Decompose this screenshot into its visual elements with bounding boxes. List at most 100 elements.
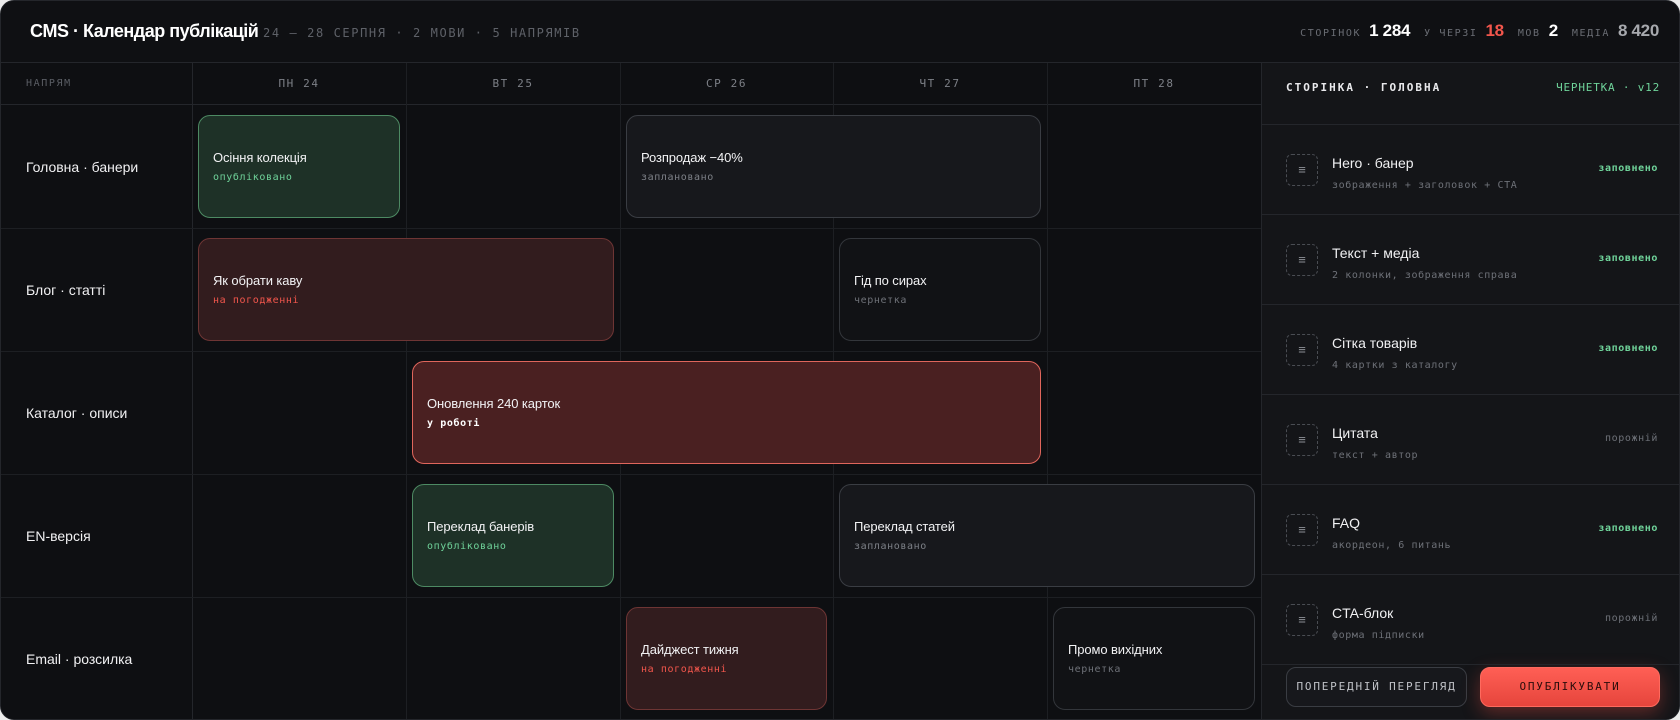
row-label-blog-articles: Блог · статті xyxy=(26,282,106,298)
column-header-direction: НАПРЯМ xyxy=(26,78,72,89)
publication-calendar: НАПРЯМ ПН 24 ВТ 25 СР 26 ЧТ 27 ПТ 28 Гол… xyxy=(1,63,1261,719)
calendar-event[interactable]: Переклад статей заплановано xyxy=(839,484,1255,587)
calendar-event[interactable]: Переклад банерів опубліковано xyxy=(412,484,614,587)
page-block[interactable]: ≡ Цитата текст + автор порожній xyxy=(1262,395,1679,485)
calendar-event[interactable]: Розпродаж −40% заплановано xyxy=(626,115,1041,218)
page-block[interactable]: ≡ Hero · банер зображення + заголовок + CT… xyxy=(1262,125,1679,215)
draft-version-badge: ЧЕРНЕТКА · v12 xyxy=(1556,81,1660,94)
event-title: Переклад банерів xyxy=(427,519,535,534)
drag-handle-icon[interactable]: ≡ xyxy=(1286,154,1318,186)
calendar-event[interactable]: Промо вихідних чернетка xyxy=(1053,607,1255,710)
block-status-badge: заповнено xyxy=(1598,343,1658,354)
panel-title: СТОРІНКА · ГОЛОВНА xyxy=(1286,81,1442,94)
cms-app-window: CMS · Календар публікацій 24 — 28 СЕРПНЯ… xyxy=(0,0,1680,720)
event-status: на погодженні xyxy=(213,295,300,306)
page-block[interactable]: ≡ Сітка товарів 4 картки з каталогу заповне… xyxy=(1262,305,1679,395)
grid-divider xyxy=(406,63,407,719)
event-title: Дайджест тижня xyxy=(641,642,739,657)
stat-label: МОВ xyxy=(1517,28,1541,39)
drag-handle-icon[interactable]: ≡ xyxy=(1286,424,1318,456)
block-description: акордеон, 6 питань xyxy=(1332,540,1452,551)
event-title: Переклад статей xyxy=(854,519,955,534)
grid-divider xyxy=(1,228,1261,229)
calendar-event[interactable]: Оновлення 240 карток у роботі xyxy=(412,361,1041,464)
day-header-mon[interactable]: ПН 24 xyxy=(192,63,406,105)
grid-divider xyxy=(1,597,1261,598)
event-title: Як обрати каву xyxy=(213,273,303,288)
stat-label: У ЧЕРЗІ xyxy=(1424,28,1478,39)
block-status-badge: заповнено xyxy=(1598,523,1658,534)
block-name: Hero · банер xyxy=(1332,155,1414,171)
panel-header: СТОРІНКА · ГОЛОВНА ЧЕРНЕТКА · v12 xyxy=(1262,63,1679,125)
event-status: опубліковано xyxy=(213,172,293,183)
event-title: Розпродаж −40% xyxy=(641,150,743,165)
block-description: зображення + заголовок + CTA xyxy=(1332,180,1518,191)
day-header-thu[interactable]: ЧТ 27 xyxy=(833,63,1047,105)
drag-handle-icon[interactable]: ≡ xyxy=(1286,244,1318,276)
page-block[interactable]: ≡ FAQ акордеон, 6 питань заповнено xyxy=(1262,485,1679,575)
page-block[interactable]: ≡ CTA-блок форма підписки порожній xyxy=(1262,575,1679,665)
calendar-header: НАПРЯМ ПН 24 ВТ 25 СР 26 ЧТ 27 ПТ 28 xyxy=(1,63,1261,105)
event-status: у роботі xyxy=(427,418,480,429)
day-header-wed[interactable]: СР 26 xyxy=(620,63,833,105)
block-description: текст + автор xyxy=(1332,450,1419,461)
block-status-badge: порожній xyxy=(1605,613,1658,624)
publish-button[interactable]: ОПУБЛІКУВАТИ xyxy=(1480,667,1660,707)
drag-handle-icon[interactable]: ≡ xyxy=(1286,334,1318,366)
calendar-event[interactable]: Як обрати каву на погодженні xyxy=(198,238,614,341)
event-title: Оновлення 240 карток xyxy=(427,396,561,411)
calendar-event[interactable]: Осіння колекція опубліковано xyxy=(198,115,400,218)
block-name: CTA-блок xyxy=(1332,605,1394,621)
event-status: опубліковано xyxy=(427,541,507,552)
day-header-fri[interactable]: ПТ 28 xyxy=(1047,63,1261,105)
block-status-badge: заповнено xyxy=(1598,163,1658,174)
block-description: 2 колонки, зображення справа xyxy=(1332,270,1518,281)
stat-value: 1 284 xyxy=(1369,21,1411,40)
stat-value: 8 420 xyxy=(1617,21,1659,40)
page-block[interactable]: ≡ Текст + медіа 2 колонки, зображення спра… xyxy=(1262,215,1679,305)
stat-label: СТОРІНОК xyxy=(1300,28,1362,39)
row-label-email-newsletter: Email · розсилка xyxy=(26,651,133,667)
preview-button[interactable]: ПОПЕРЕДНІЙ ПЕРЕГЛЯД xyxy=(1286,667,1467,707)
grid-divider xyxy=(1,474,1261,475)
event-title: Осіння колекція xyxy=(213,150,307,165)
stat-label: МЕДІА xyxy=(1571,28,1610,39)
date-range-subtitle: 24 — 28 СЕРПНЯ · 2 МОВИ · 5 НАПРЯМІВ xyxy=(263,26,581,40)
block-description: 4 картки з каталогу xyxy=(1332,360,1458,371)
day-header-tue[interactable]: ВТ 25 xyxy=(406,63,620,105)
drag-handle-icon[interactable]: ≡ xyxy=(1286,604,1318,636)
block-name: Цитата xyxy=(1332,425,1378,441)
stat-value: 18 xyxy=(1485,21,1505,40)
block-description: форма підписки xyxy=(1332,630,1425,641)
stat-pages: СТОРІНОК 1 284 xyxy=(1300,21,1410,41)
event-title: Гід по сирах xyxy=(854,273,927,288)
drag-handle-icon[interactable]: ≡ xyxy=(1286,514,1318,546)
grid-divider xyxy=(192,63,193,719)
event-title: Промо вихідних xyxy=(1068,642,1163,657)
block-status-badge: заповнено xyxy=(1598,253,1658,264)
stat-value: 2 xyxy=(1548,21,1558,40)
row-label-homepage-banners: Головна · банери xyxy=(26,159,139,175)
stats-bar: СТОРІНОК 1 284 У ЧЕРЗІ 18 МОВ 2 МЕДІА 8 … xyxy=(1300,21,1659,41)
event-status: заплановано xyxy=(641,172,714,183)
top-bar: CMS · Календар публікацій 24 — 28 СЕРПНЯ… xyxy=(1,1,1679,63)
block-name: Текст + медіа xyxy=(1332,245,1420,261)
block-status-badge: порожній xyxy=(1605,433,1658,444)
calendar-event[interactable]: Гід по сирах чернетка xyxy=(839,238,1041,341)
event-status: чернетка xyxy=(854,295,907,306)
stat-queue: У ЧЕРЗІ 18 xyxy=(1424,21,1504,41)
grid-divider xyxy=(1,351,1261,352)
event-status: заплановано xyxy=(854,541,927,552)
row-label-catalog-descriptions: Каталог · описи xyxy=(26,405,128,421)
stat-media: МЕДІА 8 420 xyxy=(1572,21,1659,41)
event-status: на погодженні xyxy=(641,664,728,675)
page-editor-panel: СТОРІНКА · ГОЛОВНА ЧЕРНЕТКА · v12 ПОПЕРЕ… xyxy=(1261,63,1679,719)
block-name: FAQ xyxy=(1332,515,1361,531)
row-label-en-version: EN-версія xyxy=(26,528,91,544)
event-status: чернетка xyxy=(1068,664,1121,675)
grid-divider xyxy=(1047,63,1048,719)
calendar-event[interactable]: Дайджест тижня на погодженні xyxy=(626,607,827,710)
block-name: Сітка товарів xyxy=(1332,335,1418,351)
stat-languages: МОВ 2 xyxy=(1518,21,1558,41)
app-title: CMS · Календар публікацій xyxy=(30,21,259,41)
